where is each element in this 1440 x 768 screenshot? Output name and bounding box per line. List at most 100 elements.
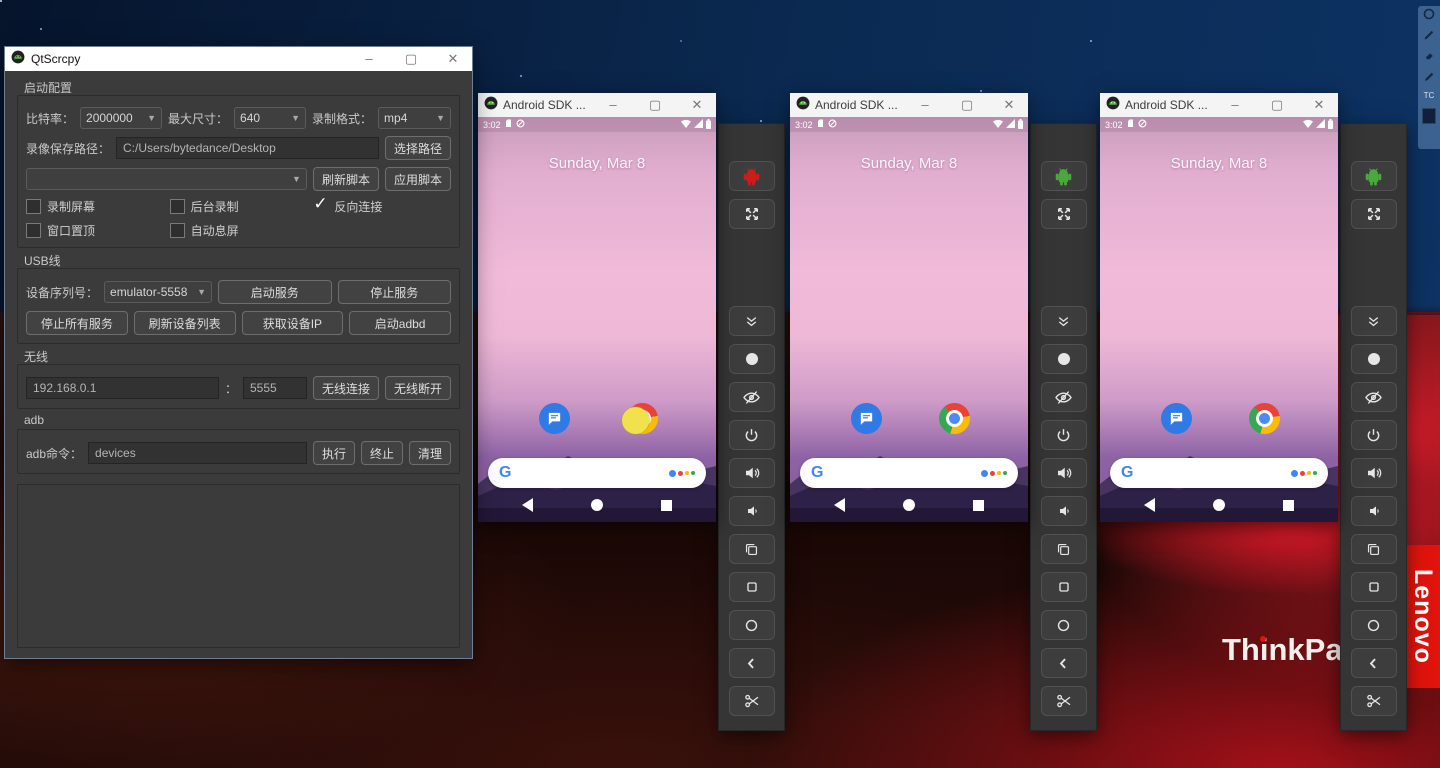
save-path-input[interactable]: C:/Users/bytedance/Desktop xyxy=(116,137,379,159)
back-chevron-button[interactable] xyxy=(729,648,775,678)
start-adbd-button[interactable]: 启动adbd xyxy=(349,311,451,335)
minimize-icon[interactable]: – xyxy=(1222,93,1248,117)
recents-icon[interactable] xyxy=(1283,500,1294,511)
start-service-button[interactable]: 启动服务 xyxy=(218,280,332,304)
eye-off-button[interactable] xyxy=(1351,382,1397,412)
google-assistant-icon[interactable] xyxy=(669,470,695,477)
marker-icon[interactable] xyxy=(1423,70,1436,83)
volume-down-button[interactable] xyxy=(1041,496,1087,526)
phone-screen[interactable]: 3:02 Sunday, Mar 8 G xyxy=(790,117,1028,522)
messages-app-icon[interactable] xyxy=(851,403,882,434)
scissors-button[interactable] xyxy=(1041,686,1087,716)
phone-screen[interactable]: 3:02 Sunday, Mar 8 G xyxy=(478,117,716,522)
minimize-icon[interactable]: – xyxy=(912,93,938,117)
messages-app-icon[interactable] xyxy=(539,403,570,434)
close-icon[interactable]: ✕ xyxy=(684,93,710,117)
close-icon[interactable]: ✕ xyxy=(996,93,1022,117)
chrome-app-icon[interactable] xyxy=(1249,403,1280,434)
android-robot-button[interactable] xyxy=(1041,161,1087,191)
copy-button[interactable] xyxy=(729,534,775,564)
bitrate-select[interactable]: 2000000▼ xyxy=(80,107,162,129)
record-dot-button[interactable] xyxy=(1351,344,1397,374)
stop-service-button[interactable]: 停止服务 xyxy=(338,280,452,304)
checkbox-reverse-connection[interactable]: 反向连接 xyxy=(313,198,451,215)
google-assistant-icon[interactable] xyxy=(981,470,1007,477)
android-robot-button[interactable] xyxy=(729,161,775,191)
clear-button[interactable]: 清理 xyxy=(409,441,451,465)
google-assistant-icon[interactable] xyxy=(1291,470,1317,477)
maximize-icon[interactable]: ▢ xyxy=(954,93,980,117)
checkbox-background-record[interactable]: 后台录制 xyxy=(170,198,308,215)
maximize-icon[interactable]: ▢ xyxy=(1264,93,1290,117)
record-format-select[interactable]: mp4▼ xyxy=(378,107,451,129)
get-device-ip-button[interactable]: 获取设备IP xyxy=(242,311,344,335)
close-icon[interactable]: ✕ xyxy=(1306,93,1332,117)
script-select[interactable]: ▼ xyxy=(26,168,307,190)
copy-button[interactable] xyxy=(1041,534,1087,564)
eraser-icon[interactable] xyxy=(1423,49,1436,62)
home-icon[interactable] xyxy=(1213,499,1225,511)
recents-icon[interactable] xyxy=(661,500,672,511)
scissors-button[interactable] xyxy=(1351,686,1397,716)
volume-up-button[interactable] xyxy=(1041,458,1087,488)
emulator-titlebar[interactable]: Android SDK ... – ▢ ✕ xyxy=(1100,93,1338,117)
emulator-titlebar[interactable]: Android SDK ... – ▢ ✕ xyxy=(790,93,1028,117)
home-icon[interactable] xyxy=(591,499,603,511)
back-chevron-button[interactable] xyxy=(1351,648,1397,678)
wireless-connect-button[interactable]: 无线连接 xyxy=(313,376,379,400)
refresh-device-list-button[interactable]: 刷新设备列表 xyxy=(134,311,236,335)
record-dot-button[interactable] xyxy=(729,344,775,374)
volume-up-button[interactable] xyxy=(729,458,775,488)
scissors-button[interactable] xyxy=(729,686,775,716)
color-swatch[interactable] xyxy=(1422,108,1436,124)
minimize-icon[interactable]: – xyxy=(600,93,626,117)
eye-off-button[interactable] xyxy=(1041,382,1087,412)
volume-up-button[interactable] xyxy=(1351,458,1397,488)
back-icon[interactable] xyxy=(522,498,533,512)
wireless-disconnect-button[interactable]: 无线断开 xyxy=(385,376,451,400)
eye-off-button[interactable] xyxy=(729,382,775,412)
minimize-icon[interactable]: – xyxy=(356,47,382,71)
back-icon[interactable] xyxy=(1144,498,1155,512)
recents-square-button[interactable] xyxy=(1041,572,1087,602)
power-button[interactable] xyxy=(1041,420,1087,450)
home-circle-button[interactable] xyxy=(729,610,775,640)
port-input[interactable]: 5555 xyxy=(243,377,307,399)
pencil-icon[interactable] xyxy=(1423,28,1436,41)
checkbox-window-on-top[interactable]: 窗口置顶 xyxy=(26,222,164,239)
maximize-icon[interactable]: ▢ xyxy=(398,47,424,71)
copy-button[interactable] xyxy=(1351,534,1397,564)
refresh-script-button[interactable]: 刷新脚本 xyxy=(313,167,379,191)
fullscreen-button[interactable] xyxy=(1041,199,1087,229)
record-dot-button[interactable] xyxy=(1041,344,1087,374)
back-icon[interactable] xyxy=(834,498,845,512)
power-button[interactable] xyxy=(1351,420,1397,450)
checkbox-auto-screen-off[interactable]: 自动息屏 xyxy=(170,222,308,239)
max-size-select[interactable]: 640▼ xyxy=(234,107,306,129)
fullscreen-button[interactable] xyxy=(1351,199,1397,229)
checkbox-record-screen[interactable]: 录制屏幕 xyxy=(26,198,164,215)
home-icon[interactable] xyxy=(903,499,915,511)
emulator-titlebar[interactable]: Android SDK ... – ▢ ✕ xyxy=(478,93,716,117)
serial-select[interactable]: emulator-5558▼ xyxy=(104,281,212,303)
android-robot-button[interactable] xyxy=(1351,161,1397,191)
google-search-bar[interactable]: G xyxy=(488,458,706,488)
terminate-button[interactable]: 终止 xyxy=(361,441,403,465)
phone-screen[interactable]: 3:02 Sunday, Mar 8 G xyxy=(1100,117,1338,522)
fullscreen-button[interactable] xyxy=(729,199,775,229)
recents-square-button[interactable] xyxy=(1351,572,1397,602)
apply-script-button[interactable]: 应用脚本 xyxy=(385,167,451,191)
stop-all-services-button[interactable]: 停止所有服务 xyxy=(26,311,128,335)
checkbox-box[interactable] xyxy=(26,223,41,238)
execute-button[interactable]: 执行 xyxy=(313,441,355,465)
checkbox-box-checked[interactable] xyxy=(313,199,328,214)
console-output[interactable] xyxy=(17,484,460,648)
recents-icon[interactable] xyxy=(973,500,984,511)
adb-command-input[interactable]: devices xyxy=(88,442,307,464)
chevrons-down-button[interactable] xyxy=(729,306,775,336)
ip-address-input[interactable]: 192.168.0.1 xyxy=(26,377,219,399)
chevrons-down-button[interactable] xyxy=(1041,306,1087,336)
volume-down-button[interactable] xyxy=(729,496,775,526)
power-button[interactable] xyxy=(729,420,775,450)
messages-app-icon[interactable] xyxy=(1161,403,1192,434)
